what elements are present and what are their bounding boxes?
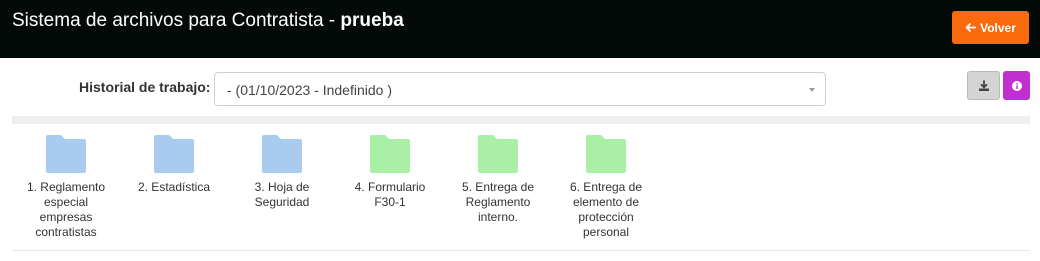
- folder-label: 6. Entrega de elemento de protección per…: [569, 180, 643, 239]
- history-select[interactable]: - (01/10/2023 - Indefinido ): [214, 72, 826, 106]
- folder-icon: [46, 135, 86, 173]
- folder-icon: [586, 135, 626, 173]
- folder-label: 4. Formulario F30-1: [354, 180, 426, 209]
- download-button[interactable]: [967, 71, 1000, 100]
- info-icon: [1011, 80, 1022, 91]
- folder-item[interactable]: 4. Formulario F30-1: [336, 134, 444, 210]
- folder-icon: [370, 135, 410, 173]
- back-button-label: Volver: [980, 20, 1016, 35]
- folder-label: 3. Hoja de Seguridad: [254, 180, 310, 209]
- page-title-prefix: Sistema de archivos para Contratista -: [12, 10, 341, 31]
- page-title: Sistema de archivos para Contratista - p…: [12, 9, 404, 33]
- folder-label: 1. Reglamento especial empresas contrati…: [26, 180, 106, 239]
- history-select-value: - (01/10/2023 - Indefinido ): [227, 82, 392, 98]
- folder-label: 5. Entrega de Reglamento interno.: [461, 180, 535, 224]
- folder-label: 2. Estadística: [137, 180, 211, 194]
- chevron-down-icon: [809, 88, 815, 92]
- folder-icon: [478, 135, 518, 173]
- folder-icon: [154, 135, 194, 173]
- folder-item[interactable]: 5. Entrega de Reglamento interno.: [444, 134, 552, 225]
- app-header: Sistema de archivos para Contratista - p…: [0, 0, 1040, 58]
- folder-item[interactable]: 2. Estadística: [120, 134, 228, 195]
- folder-item[interactable]: 6. Entrega de elemento de protección per…: [552, 134, 660, 240]
- arrow-left-icon: [965, 23, 977, 32]
- history-label: Historial de trabajo:: [79, 79, 211, 95]
- folder-item[interactable]: 1. Reglamento especial empresas contrati…: [12, 134, 120, 240]
- contractor-name: prueba: [340, 10, 404, 31]
- section-divider: [12, 250, 1030, 251]
- download-icon: [978, 79, 989, 91]
- info-button[interactable]: [1003, 71, 1030, 100]
- section-divider: [12, 116, 1030, 124]
- folder-item[interactable]: 3. Hoja de Seguridad: [228, 134, 336, 210]
- back-button[interactable]: Volver: [952, 11, 1029, 44]
- folder-icon: [262, 135, 302, 173]
